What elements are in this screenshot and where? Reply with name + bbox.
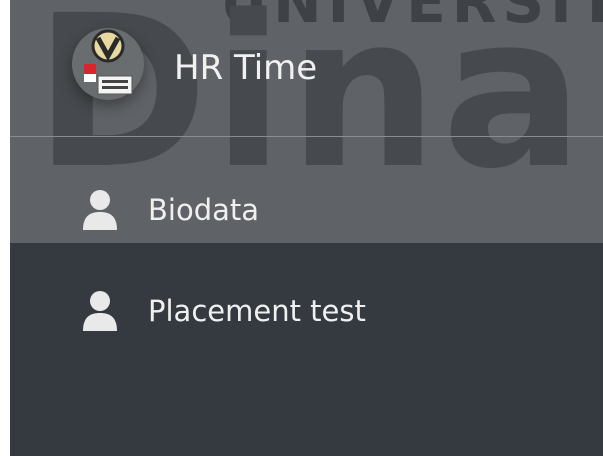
user-icon <box>83 291 117 331</box>
brand-link[interactable]: HR Time <box>10 0 603 137</box>
brand-title: HR Time <box>174 48 318 88</box>
page-frame: UNIVERSITAS Dinamika HR Time <box>0 0 603 456</box>
sidebar: UNIVERSITAS Dinamika HR Time <box>10 0 603 456</box>
university-crest-icon <box>72 28 144 100</box>
user-icon <box>83 190 117 230</box>
sidebar-item-biodata[interactable]: Biodata <box>10 177 603 243</box>
sidebar-item-label: Placement test <box>148 294 366 328</box>
sidebar-item-placement-test[interactable]: Placement test <box>10 278 603 344</box>
sidebar-item-label: Biodata <box>148 193 260 227</box>
